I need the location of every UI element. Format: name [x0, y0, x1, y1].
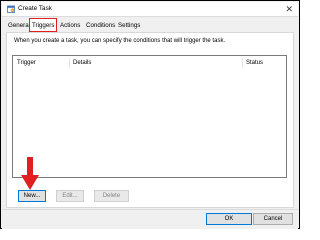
create-task-window: Create Task ✕ General Triggers Actions C… [0, 0, 300, 229]
red-arrow-icon [21, 157, 39, 190]
column-divider [69, 58, 70, 68]
column-divider [242, 58, 243, 68]
column-header-status[interactable]: Status [246, 60, 263, 66]
tab-settings[interactable]: Settings [116, 20, 142, 31]
tab-triggers[interactable]: Triggers [29, 18, 58, 32]
title-bar: Create Task ✕ [2, 2, 298, 17]
cancel-button[interactable]: Cancel [253, 213, 293, 225]
tab-actions[interactable]: Actions [58, 20, 82, 31]
column-header-details[interactable]: Details [73, 60, 91, 66]
tab-strip: General Triggers Actions Conditions Sett… [6, 18, 296, 32]
triggers-description: When you create a task, you can specify … [14, 38, 226, 44]
task-scheduler-icon [7, 5, 15, 13]
triggers-table[interactable]: Trigger Details Status [12, 55, 287, 178]
column-header-trigger[interactable]: Trigger [17, 60, 36, 66]
close-icon[interactable]: ✕ [285, 3, 293, 15]
ok-button[interactable]: OK [206, 213, 252, 225]
window-title: Create Task [18, 5, 52, 12]
edit-trigger-button[interactable]: Edit... [56, 190, 84, 202]
tab-conditions[interactable]: Conditions [84, 20, 117, 31]
new-trigger-button[interactable]: New... [18, 190, 46, 202]
delete-trigger-button[interactable]: Delete [94, 190, 129, 202]
